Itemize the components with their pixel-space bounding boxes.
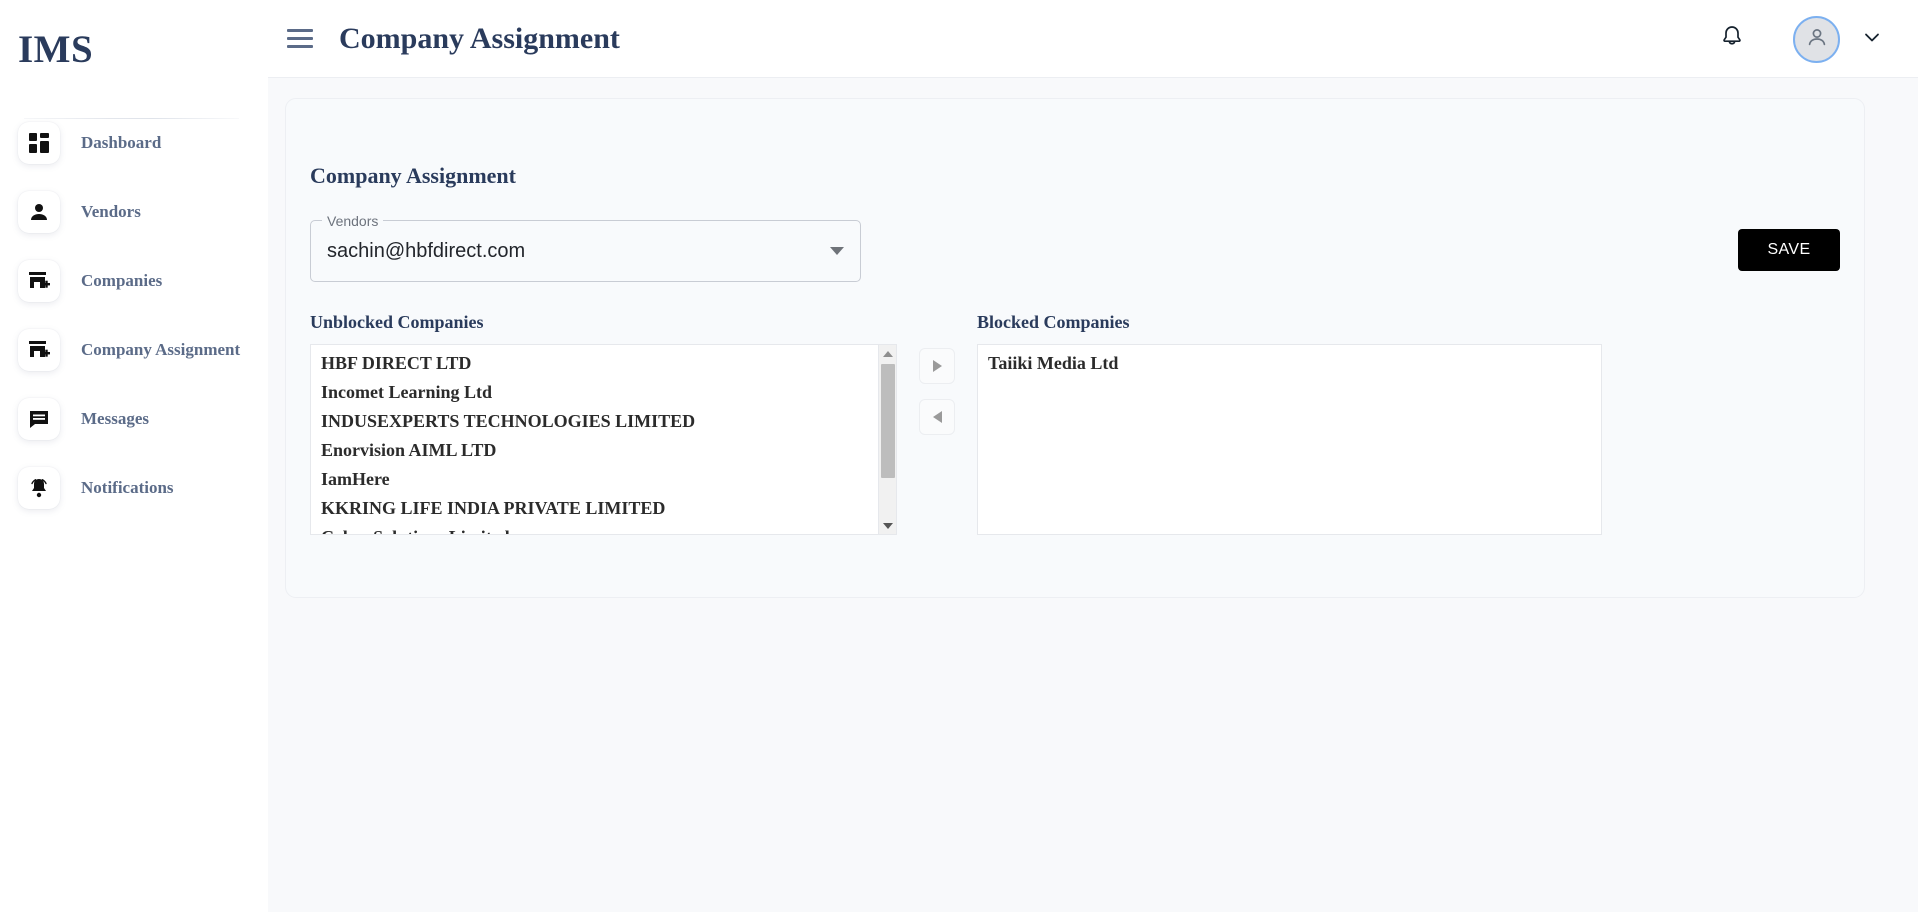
- arrow-left-icon: [932, 411, 942, 423]
- app-root: IMS Dashboard Vendors Companies Company …: [0, 0, 1918, 912]
- notifications-button[interactable]: [1706, 13, 1758, 65]
- unblocked-heading: Unblocked Companies: [310, 312, 484, 332]
- list-item[interactable]: Enorvision AIML LTD: [311, 439, 896, 468]
- bell-icon: [1719, 24, 1745, 55]
- sidebar: IMS Dashboard Vendors Companies Company …: [0, 0, 268, 912]
- main-area: Company Assignment Company Assignment Ve…: [268, 0, 1918, 912]
- unblocked-panel: Unblocked Companies HBF DIRECT LTD Incom…: [310, 312, 897, 535]
- chat-icon: [18, 398, 60, 440]
- vendors-select[interactable]: Vendors sachin@hbfdirect.com: [310, 213, 861, 282]
- list-item[interactable]: INDUSEXPERTS TECHNOLOGIES LIMITED: [311, 410, 896, 439]
- arrow-right-icon: [932, 360, 942, 372]
- sidebar-item-companies[interactable]: Companies: [0, 256, 268, 306]
- brand-logo[interactable]: IMS: [0, 0, 268, 72]
- page-content: Company Assignment Vendors sachin@hbfdir…: [268, 78, 1918, 912]
- unblocked-scrollbar[interactable]: [878, 345, 896, 534]
- move-to-unblocked-button[interactable]: [919, 399, 955, 435]
- sidebar-item-label: Vendors: [81, 202, 141, 221]
- sidebar-item-label: Notifications: [81, 478, 174, 497]
- vendors-select-label: Vendors: [322, 213, 384, 229]
- person-icon: [18, 191, 60, 233]
- header-actions: [1706, 0, 1894, 78]
- sidebar-item-label: Dashboard: [81, 133, 162, 152]
- bell-icon: [18, 467, 60, 509]
- sidebar-item-vendors[interactable]: Vendors: [0, 187, 268, 237]
- avatar[interactable]: [1793, 15, 1840, 63]
- list-item[interactable]: Taiiki Media Ltd: [978, 352, 1601, 381]
- person-icon: [1805, 25, 1829, 54]
- blocked-listbox[interactable]: Taiiki Media Ltd: [977, 344, 1602, 535]
- list-item[interactable]: KKRING LIFE INDIA PRIVATE LIMITED: [311, 497, 896, 526]
- unblocked-listbox[interactable]: HBF DIRECT LTD Incomet Learning Ltd INDU…: [310, 344, 897, 535]
- sidebar-item-label: Messages: [81, 409, 149, 428]
- sidebar-divider: [24, 118, 239, 119]
- sidebar-item-messages[interactable]: Messages: [0, 394, 268, 444]
- dashboard-icon: [18, 122, 60, 164]
- company-assignment-card: Company Assignment Vendors sachin@hbfdir…: [285, 98, 1865, 598]
- scrollbar-thumb[interactable]: [881, 364, 895, 478]
- account-menu-button[interactable]: [1850, 17, 1894, 61]
- hamburger-icon[interactable]: [287, 29, 313, 48]
- sidebar-nav: Dashboard Vendors Companies Company Assi…: [0, 118, 268, 513]
- caret-down-icon: [830, 247, 844, 255]
- card-title: Company Assignment: [310, 163, 516, 188]
- move-to-blocked-button[interactable]: [919, 348, 955, 384]
- save-button[interactable]: SAVE: [1738, 229, 1840, 271]
- blocked-panel: Blocked Companies Taiiki Media Ltd: [977, 312, 1602, 535]
- vendors-select-wrapper: Vendors sachin@hbfdirect.com: [310, 213, 861, 282]
- transfer-buttons: [919, 348, 955, 435]
- scroll-up-arrow[interactable]: [879, 345, 896, 362]
- app-header: Company Assignment: [268, 0, 1918, 78]
- list-item[interactable]: HBF DIRECT LTD: [311, 352, 896, 381]
- store-add-icon: [18, 329, 60, 371]
- sidebar-item-notifications[interactable]: Notifications: [0, 463, 268, 513]
- transfer-list: Unblocked Companies HBF DIRECT LTD Incom…: [310, 312, 1840, 535]
- vendors-select-value: sachin@hbfdirect.com: [327, 239, 526, 262]
- sidebar-item-company-assignment[interactable]: Company Assignment: [0, 325, 268, 375]
- sidebar-item-label: Company Assignment: [81, 340, 241, 359]
- list-item[interactable]: Cyber Solutions Limited: [311, 526, 896, 534]
- unblocked-list: HBF DIRECT LTD Incomet Learning Ltd INDU…: [311, 345, 896, 534]
- sidebar-item-dashboard[interactable]: Dashboard: [0, 118, 268, 168]
- chevron-down-icon: [1860, 25, 1884, 54]
- page-title: Company Assignment: [339, 21, 620, 55]
- blocked-heading: Blocked Companies: [977, 312, 1130, 332]
- scroll-down-arrow[interactable]: [879, 517, 896, 534]
- list-item[interactable]: IamHere: [311, 468, 896, 497]
- blocked-list: Taiiki Media Ltd: [978, 345, 1601, 381]
- store-add-icon: [18, 260, 60, 302]
- list-item[interactable]: Incomet Learning Ltd: [311, 381, 896, 410]
- sidebar-item-label: Companies: [81, 271, 163, 290]
